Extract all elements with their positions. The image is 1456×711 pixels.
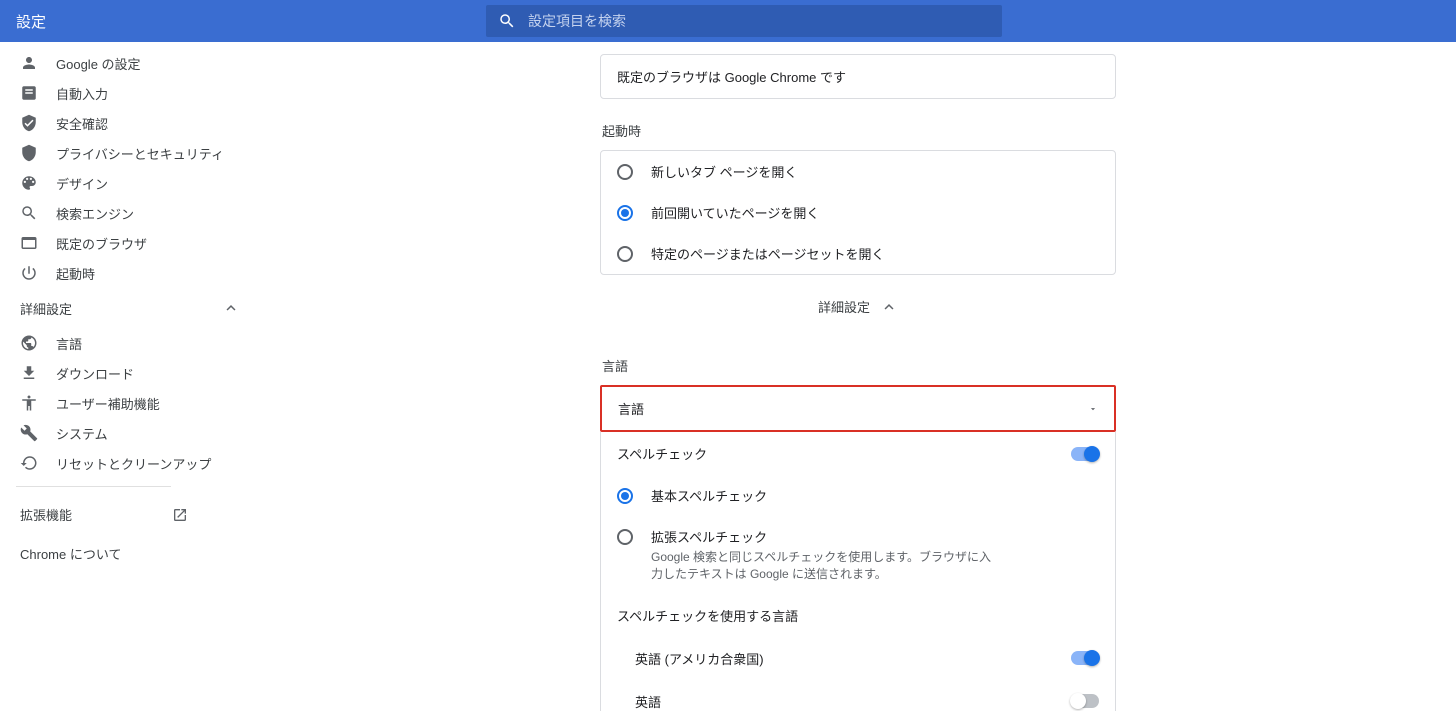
radio-icon <box>617 205 633 221</box>
spellcheck-card: スペルチェック 基本スペルチェック 拡張スペルチェック Google 検索と同じ… <box>600 432 1116 711</box>
nav-label: ユーザー補助機能 <box>56 394 240 413</box>
nav-accessibility[interactable]: ユーザー補助機能 <box>0 388 260 418</box>
spellcheck-lang-en: 英語 <box>601 680 1115 711</box>
sidebar-advanced-toggle[interactable]: 詳細設定 <box>0 288 260 328</box>
nav-appearance[interactable]: デザイン <box>0 168 260 198</box>
radio-icon <box>617 529 633 545</box>
nav-label: システム <box>56 424 240 443</box>
startup-option-newtab[interactable]: 新しいタブ ページを開く <box>601 151 1115 192</box>
option-label: 特定のページまたはページセットを開く <box>651 244 884 263</box>
lang-label: 英語 (アメリカ合衆国) <box>635 649 1071 668</box>
nav-system[interactable]: システム <box>0 418 260 448</box>
extensions-label: 拡張機能 <box>20 505 72 524</box>
option-label: 前回開いていたページを開く <box>651 203 819 222</box>
search-icon <box>20 204 38 222</box>
search-icon <box>498 12 516 30</box>
browser-icon <box>20 234 38 252</box>
nav-label: デザイン <box>56 174 240 193</box>
chevron-down-icon <box>1088 404 1098 414</box>
spellcheck-basic[interactable]: 基本スペルチェック <box>601 475 1115 516</box>
advanced-label: 詳細設定 <box>818 297 870 316</box>
app-title: 設定 <box>16 11 46 32</box>
person-icon <box>20 54 38 72</box>
radio-icon <box>617 488 633 504</box>
nav-default-browser[interactable]: 既定のブラウザ <box>0 228 260 258</box>
nav-label: リセットとクリーンアップ <box>56 454 240 473</box>
nav-safety[interactable]: 安全確認 <box>0 108 260 138</box>
spellcheck-label: スペルチェック <box>617 444 1071 463</box>
option-label: 基本スペルチェック <box>651 486 767 505</box>
palette-icon <box>20 174 38 192</box>
radio-icon <box>617 164 633 180</box>
nav-label: 自動入力 <box>56 84 240 103</box>
nav-label: プライバシーとセキュリティ <box>56 144 240 163</box>
nav-label: 言語 <box>56 334 240 353</box>
nav-label: 安全確認 <box>56 114 240 133</box>
lang-toggle[interactable] <box>1071 694 1099 708</box>
startup-card: 新しいタブ ページを開く 前回開いていたページを開く 特定のページまたはページセ… <box>600 150 1116 275</box>
nav-autofill[interactable]: 自動入力 <box>0 78 260 108</box>
nav-downloads[interactable]: ダウンロード <box>0 358 260 388</box>
nav-reset[interactable]: リセットとクリーンアップ <box>0 448 260 478</box>
globe-icon <box>20 334 38 352</box>
nav-about[interactable]: Chrome について <box>0 534 260 573</box>
nav-languages[interactable]: 言語 <box>0 328 260 358</box>
spellcheck-toggle[interactable] <box>1071 447 1099 461</box>
search-box[interactable] <box>486 5 1002 37</box>
nav-label: 検索エンジン <box>56 204 240 223</box>
startup-option-specific[interactable]: 特定のページまたはページセットを開く <box>601 233 1115 274</box>
open-in-new-icon <box>172 507 188 523</box>
download-icon <box>20 364 38 382</box>
nav-label: 起動時 <box>56 264 240 283</box>
radio-icon <box>617 246 633 262</box>
wrench-icon <box>20 424 38 442</box>
nav-label: 既定のブラウザ <box>56 234 240 253</box>
default-browser-msg: 既定のブラウザは Google Chrome です <box>601 55 1115 98</box>
nav-startup[interactable]: 起動時 <box>0 258 260 288</box>
spellcheck-lang-en-us: 英語 (アメリカ合衆国) <box>601 637 1115 680</box>
spellcheck-enhanced[interactable]: 拡張スペルチェック Google 検索と同じスペルチェックを使用します。ブラウザ… <box>601 516 1115 594</box>
nav-extensions[interactable]: 拡張機能 <box>0 495 260 534</box>
startup-option-continue[interactable]: 前回開いていたページを開く <box>601 192 1115 233</box>
restore-icon <box>20 454 38 472</box>
spellcheck-langs-title: スペルチェックを使用する言語 <box>601 594 1115 637</box>
main-content: 既定のブラウザは Google Chrome です 起動時 新しいタブ ページを… <box>260 42 1456 711</box>
language-label: 言語 <box>618 399 1088 418</box>
advanced-settings-toggle[interactable]: 詳細設定 <box>600 275 1116 334</box>
language-row-highlighted[interactable]: 言語 <box>600 385 1116 432</box>
languages-title: 言語 <box>602 356 1116 375</box>
nav-label: Google の設定 <box>56 54 240 73</box>
shield-check-icon <box>20 114 38 132</box>
nav-privacy[interactable]: プライバシーとセキュリティ <box>0 138 260 168</box>
startup-title: 起動時 <box>602 121 1116 140</box>
about-label: Chrome について <box>20 544 121 563</box>
option-desc: Google 検索と同じスペルチェックを使用します。ブラウザに入力したテキストは… <box>651 549 991 583</box>
shield-icon <box>20 144 38 162</box>
option-label: 新しいタブ ページを開く <box>651 162 797 181</box>
nav-label: ダウンロード <box>56 364 240 383</box>
accessibility-icon <box>20 394 38 412</box>
chevron-up-icon <box>222 299 240 317</box>
default-browser-card: 既定のブラウザは Google Chrome です <box>600 54 1116 99</box>
divider <box>16 486 171 487</box>
lang-toggle[interactable] <box>1071 651 1099 665</box>
spellcheck-toggle-row: スペルチェック <box>601 432 1115 475</box>
autofill-icon <box>20 84 38 102</box>
option-label: 拡張スペルチェック <box>651 527 991 546</box>
power-icon <box>20 264 38 282</box>
advanced-label: 詳細設定 <box>20 299 110 318</box>
nav-search-engine[interactable]: 検索エンジン <box>0 198 260 228</box>
lang-label: 英語 <box>635 692 1071 711</box>
sidebar: Google の設定 自動入力 安全確認 プライバシーとセキュリティ デザイン … <box>0 42 260 711</box>
chevron-up-icon <box>880 298 898 316</box>
search-input[interactable] <box>528 13 990 29</box>
header: 設定 <box>0 0 1456 42</box>
nav-google[interactable]: Google の設定 <box>0 48 260 78</box>
